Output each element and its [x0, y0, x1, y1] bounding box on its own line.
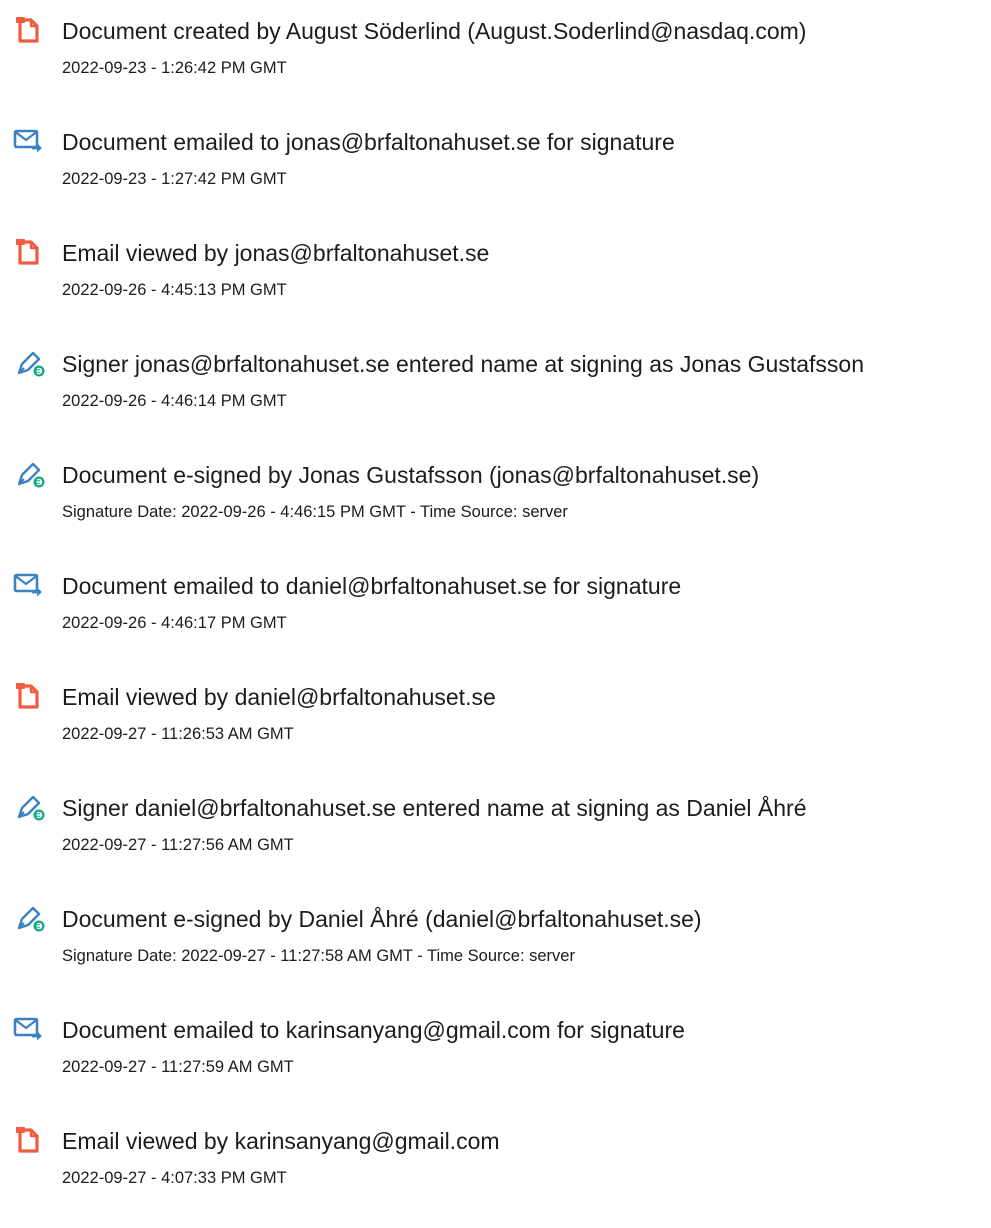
email-sent-icon [12, 567, 48, 603]
event-title: Document e-signed by Jonas Gustafsson (j… [62, 462, 760, 488]
log-entry: Email viewed by daniel@brfaltonahuset.se… [0, 666, 991, 746]
document-viewed-icon [12, 1122, 48, 1158]
event-timestamp: 2022-09-23 - 1:27:42 PM GMT [62, 170, 287, 188]
document-viewed-icon [12, 678, 48, 714]
event-title: Document emailed to jonas@brfaltonahuset… [62, 129, 675, 155]
event-title: Email viewed by karinsanyang@gmail.com [62, 1128, 500, 1154]
email-sent-icon [12, 123, 48, 159]
event-timestamp: 2022-09-26 - 4:46:14 PM GMT [62, 392, 287, 410]
event-timestamp: 2022-09-27 - 11:27:59 AM GMT [62, 1058, 294, 1076]
event-title: Email viewed by jonas@brfaltonahuset.se [62, 240, 490, 266]
e-sign-pen-icon [12, 789, 48, 825]
e-sign-pen-icon [12, 456, 48, 492]
event-title: Document e-signed by Daniel Åhré (daniel… [62, 906, 702, 932]
event-title: Signer daniel@brfaltonahuset.se entered … [62, 795, 807, 821]
document-viewed-icon [12, 234, 48, 270]
e-sign-pen-icon [12, 345, 48, 381]
log-entry: Document emailed to jonas@brfaltonahuset… [0, 111, 991, 191]
signature-date: Signature Date: 2022-09-26 - 4:46:15 PM … [62, 503, 568, 521]
log-entry: Document created by August Söderlind (Au… [0, 0, 991, 80]
email-sent-icon [12, 1011, 48, 1047]
event-timestamp: 2022-09-23 - 1:26:42 PM GMT [62, 59, 287, 77]
event-title: Document created by August Söderlind (Au… [62, 18, 807, 44]
event-title: Signer jonas@brfaltonahuset.se entered n… [62, 351, 865, 377]
event-title: Email viewed by daniel@brfaltonahuset.se [62, 684, 496, 710]
document-created-icon [12, 12, 48, 48]
event-timestamp: 2022-09-27 - 11:26:53 AM GMT [62, 725, 294, 743]
log-entry: Document emailed to karinsanyang@gmail.c… [0, 999, 991, 1079]
log-entry: Email viewed by jonas@brfaltonahuset.se … [0, 222, 991, 302]
log-entry: Document e-signed by Daniel Åhré (daniel… [0, 888, 991, 968]
log-entry: Document e-signed by Jonas Gustafsson (j… [0, 444, 991, 524]
log-entry: Signer jonas@brfaltonahuset.se entered n… [0, 333, 991, 413]
event-title: Document emailed to daniel@brfaltonahuse… [62, 573, 682, 599]
event-timestamp: 2022-09-27 - 11:27:56 AM GMT [62, 836, 294, 854]
event-timestamp: 2022-09-26 - 4:45:13 PM GMT [62, 281, 287, 299]
signature-date: Signature Date: 2022-09-27 - 11:27:58 AM… [62, 947, 575, 965]
log-entry: Email viewed by karinsanyang@gmail.com 2… [0, 1110, 991, 1190]
event-timestamp: 2022-09-26 - 4:46:17 PM GMT [62, 614, 287, 632]
log-entry: Signer daniel@brfaltonahuset.se entered … [0, 777, 991, 857]
event-timestamp: 2022-09-27 - 4:07:33 PM GMT [62, 1169, 287, 1187]
e-sign-pen-icon [12, 900, 48, 936]
audit-log: Document created by August Söderlind (Au… [0, 0, 991, 1228]
log-entry: Document emailed to daniel@brfaltonahuse… [0, 555, 991, 635]
event-title: Document emailed to karinsanyang@gmail.c… [62, 1017, 685, 1043]
